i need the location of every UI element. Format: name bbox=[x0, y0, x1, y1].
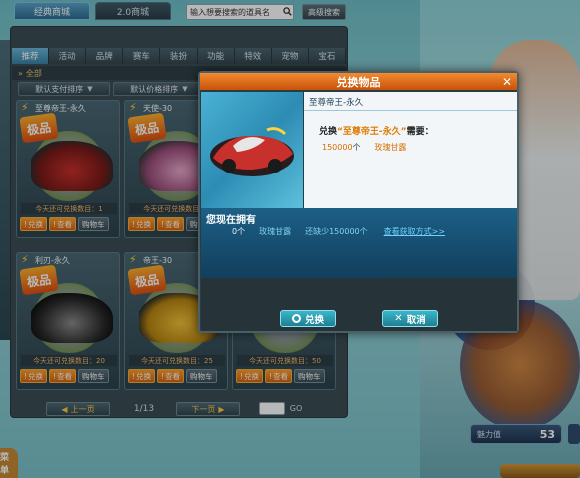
close-icon: ✕ bbox=[394, 313, 403, 324]
car-image bbox=[210, 127, 294, 176]
owned-line: 0个 玫瑰甘露 还缺少150000个 查看获取方式>> bbox=[232, 226, 445, 237]
dialog-item-name: 至尊帝王-永久 bbox=[309, 98, 364, 108]
cost-unit: 个 bbox=[352, 143, 361, 152]
cost-line: 150000个 玫瑰甘露 bbox=[322, 142, 407, 153]
owned-title: 您现在拥有 bbox=[206, 215, 256, 226]
confirm-label: 兑换 bbox=[304, 314, 324, 326]
lacking-amount: 还缺少150000个 bbox=[305, 227, 368, 236]
exchange-requirement: 兑换“至尊帝王-永久”需要： bbox=[319, 124, 434, 137]
dialog-title: 兑换物品 bbox=[200, 73, 517, 90]
circle-icon bbox=[291, 314, 301, 323]
divider bbox=[304, 110, 517, 111]
exchange-suffix: 需要： bbox=[406, 127, 434, 137]
close-icon[interactable]: ✕ bbox=[500, 75, 514, 89]
exchange-prefix: 兑换 bbox=[319, 127, 338, 137]
dialog-footer bbox=[201, 278, 517, 331]
exchange-item-name: “至尊帝王-永久” bbox=[337, 127, 407, 137]
cancel-label: 取消 bbox=[406, 314, 426, 326]
how-to-get-link[interactable]: 查看获取方式>> bbox=[384, 226, 445, 237]
owned-amount: 0个 bbox=[232, 227, 246, 236]
cost-currency: 玫瑰甘露 bbox=[374, 143, 407, 152]
confirm-exchange-button[interactable]: 兑换 bbox=[280, 310, 336, 327]
owned-currency: 玫瑰甘露 bbox=[259, 227, 292, 236]
cancel-button[interactable]: ✕ 取消 bbox=[382, 310, 438, 327]
cost-amount: 150000 bbox=[322, 143, 353, 152]
